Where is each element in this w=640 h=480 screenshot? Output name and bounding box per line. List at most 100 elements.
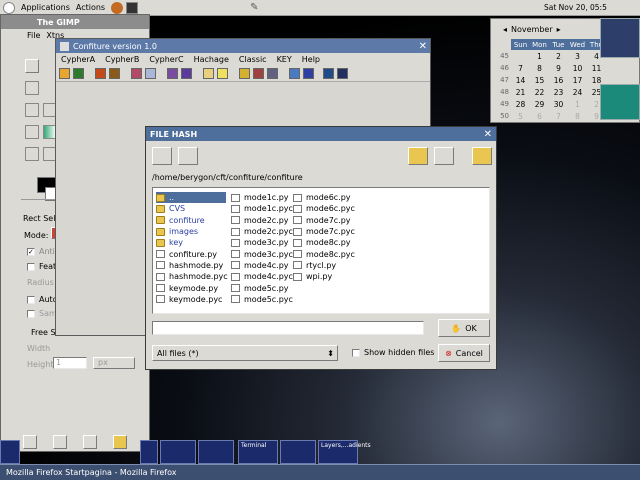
workspace-thumb-layers[interactable]: Layers,...adients xyxy=(318,440,371,464)
classic1-icon[interactable] xyxy=(203,68,214,79)
cypher-c1-icon[interactable] xyxy=(131,68,142,79)
cypher-a1-icon[interactable] xyxy=(59,68,70,79)
show-hidden-checkbox[interactable] xyxy=(352,348,360,357)
calendar-prev-month-icon[interactable]: ◂ xyxy=(503,25,507,34)
file-list-item[interactable]: mode4c.pyc xyxy=(231,271,293,282)
delete-options-icon[interactable] xyxy=(83,435,97,449)
foot-icon[interactable] xyxy=(3,1,15,14)
restore-options-icon[interactable] xyxy=(53,435,67,449)
calendar-day[interactable]: 8 xyxy=(568,112,587,121)
file-list-item[interactable]: mode5c.py xyxy=(231,282,291,293)
active-window-title[interactable]: Mozilla Firefox Startpagina - Mozilla Fi… xyxy=(6,468,176,477)
workspace-thumb-2[interactable] xyxy=(140,440,158,464)
file-list-item[interactable]: mode1c.pyc xyxy=(231,203,293,214)
calendar-day[interactable]: 29 xyxy=(530,100,549,109)
dock-icon-2[interactable] xyxy=(600,84,640,120)
file-list-item[interactable]: confiture.py xyxy=(156,248,226,259)
file-list-item[interactable]: mode1c.py xyxy=(231,192,291,203)
calendar-day[interactable]: 1 xyxy=(530,52,549,61)
lasso-tool-icon[interactable] xyxy=(25,81,39,95)
calendar-day[interactable]: 8 xyxy=(530,64,549,73)
file-list-item[interactable]: confiture xyxy=(156,215,226,226)
calendar-day[interactable]: 30 xyxy=(549,100,568,109)
workspace-thumb-1[interactable] xyxy=(0,440,20,464)
menu-actions[interactable]: Actions xyxy=(76,3,105,12)
cypher-a2-icon[interactable] xyxy=(73,68,84,79)
ok-button[interactable]: ✋ OK xyxy=(438,319,490,337)
menu-classic[interactable]: Classic xyxy=(239,55,267,64)
scale-tool-icon[interactable] xyxy=(25,103,39,117)
calendar-day[interactable]: 6 xyxy=(530,112,549,121)
gimp-menu-file[interactable]: File xyxy=(27,31,40,40)
calendar-day[interactable]: 14 xyxy=(511,76,530,85)
calendar-day[interactable]: 23 xyxy=(549,88,568,97)
file-list-item[interactable]: mode5c.pyc xyxy=(231,294,293,305)
calendar-day[interactable]: 15 xyxy=(530,76,549,85)
calendar-day[interactable]: 24 xyxy=(568,88,587,97)
file-list-item[interactable]: keymode.pyc xyxy=(156,294,226,305)
gimp-titlebar[interactable]: The GIMP xyxy=(1,15,149,29)
menu-cyphera[interactable]: CypherA xyxy=(61,55,95,64)
cypher-b2-icon[interactable] xyxy=(109,68,120,79)
key3-icon[interactable] xyxy=(267,68,278,79)
file-list-item[interactable]: mode3c.pyc xyxy=(231,248,293,259)
detail-view-button[interactable] xyxy=(152,147,172,165)
confiture-titlebar[interactable]: Confiture version 1.0 ✕ xyxy=(56,39,430,53)
calendar-day[interactable]: 2 xyxy=(549,52,568,61)
feather-checkbox[interactable] xyxy=(27,262,35,271)
menu-help[interactable]: Help xyxy=(302,55,320,64)
menu-hachage[interactable]: Hachage xyxy=(194,55,229,64)
calendar-day[interactable]: 7 xyxy=(549,112,568,121)
file-list-item[interactable]: mode6c.py xyxy=(293,192,357,203)
help1-icon[interactable] xyxy=(289,68,300,79)
filter-dropdown[interactable]: All files (*) ⬍ xyxy=(152,345,338,361)
home-folder-button[interactable] xyxy=(434,147,454,165)
calendar-day[interactable]: 22 xyxy=(530,88,549,97)
file-hash-close-icon[interactable]: ✕ xyxy=(484,129,492,140)
help4-icon[interactable] xyxy=(337,68,348,79)
height-spinbox[interactable]: 1 xyxy=(53,357,87,369)
file-list-item[interactable]: CVS xyxy=(156,203,226,214)
save-options-icon[interactable] xyxy=(23,435,37,449)
bucket-fill-tool-icon[interactable] xyxy=(25,125,39,139)
menu-key[interactable]: KEY xyxy=(277,55,292,64)
cypher-c2-icon[interactable] xyxy=(145,68,156,79)
rect-select-tool-icon[interactable] xyxy=(25,59,39,73)
file-list-item[interactable]: rtycl.py xyxy=(293,260,357,271)
confiture-close-icon[interactable]: ✕ xyxy=(419,41,427,52)
file-hash-titlebar[interactable]: FILE HASH ✕ xyxy=(146,127,496,141)
file-list-item[interactable]: mode2c.pyc xyxy=(231,226,293,237)
help2-icon[interactable] xyxy=(303,68,314,79)
menu-cypherc[interactable]: CypherC xyxy=(149,55,183,64)
calendar-day[interactable]: 5 xyxy=(511,112,530,121)
new-folder-button[interactable] xyxy=(472,147,492,165)
calendar-next-month-icon[interactable]: ▸ xyxy=(557,25,561,34)
file-list-item[interactable]: mode7c.pyc xyxy=(293,226,357,237)
unit-dropdown[interactable]: px xyxy=(93,357,135,369)
calendar-day[interactable]: 10 xyxy=(568,64,587,73)
hash2-icon[interactable] xyxy=(181,68,192,79)
file-list-item[interactable]: hashmode.py xyxy=(156,260,226,271)
menu-applications[interactable]: Applications xyxy=(21,3,70,12)
calendar-day[interactable]: 28 xyxy=(511,100,530,109)
reset-options-icon[interactable] xyxy=(113,435,127,449)
calendar-day[interactable]: 11 xyxy=(587,64,606,73)
cancel-button[interactable]: ⊗ Cancel xyxy=(438,344,490,362)
dock-icon-1[interactable] xyxy=(600,18,640,58)
key1-icon[interactable] xyxy=(239,68,250,79)
file-list[interactable]: .. CVS confiture images key confiture.py hashm… xyxy=(152,187,490,314)
workspace-thumb-3[interactable] xyxy=(160,440,196,464)
notification-icon[interactable]: ✎ xyxy=(250,2,260,14)
workspace-thumb-6[interactable] xyxy=(280,440,316,464)
file-list-item[interactable]: mode4c.py xyxy=(231,260,291,271)
file-list-item[interactable]: mode8c.py xyxy=(293,237,357,248)
file-list-item[interactable]: hashmode.pyc xyxy=(156,271,228,282)
terminal-launcher-icon[interactable] xyxy=(126,1,139,14)
file-list-item[interactable]: mode7c.py xyxy=(293,215,357,226)
file-list-item[interactable]: key xyxy=(156,237,226,248)
hash1-icon[interactable] xyxy=(167,68,178,79)
key2-icon[interactable] xyxy=(253,68,264,79)
file-list-item[interactable]: images xyxy=(156,226,226,237)
file-list-item[interactable]: mode3c.py xyxy=(231,237,291,248)
workspace-thumb-4[interactable] xyxy=(198,440,234,464)
